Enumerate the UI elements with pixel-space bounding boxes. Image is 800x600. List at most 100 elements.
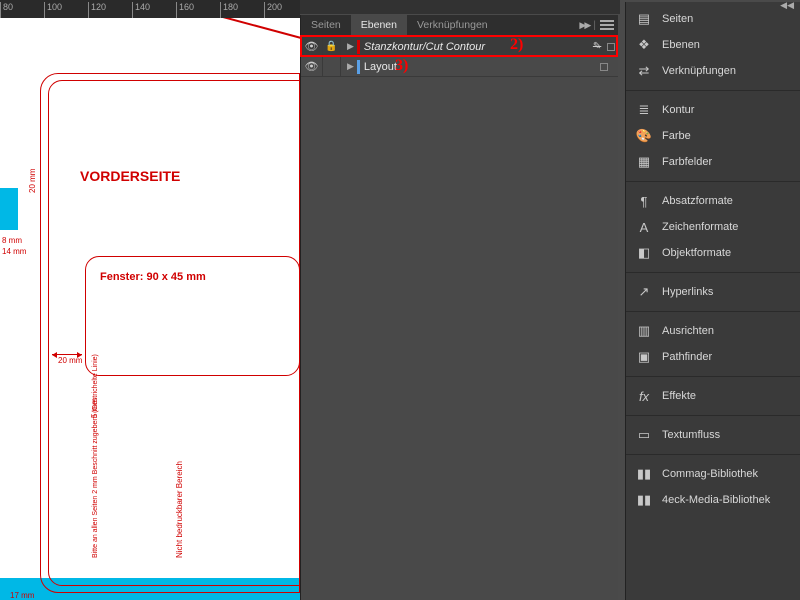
fx-icon: fx — [636, 388, 652, 404]
layer-target-icon[interactable] — [600, 63, 608, 71]
ruler-tick: 200 — [264, 2, 282, 18]
sidebar-item-4eck-lib[interactable]: ▮▮ 4eck-Media-Bibliothek — [626, 487, 800, 513]
library-icon: ▮▮ — [636, 466, 652, 482]
sidebar-item-ausrichten[interactable]: ▥ Ausrichten — [626, 318, 800, 344]
hyperlink-icon: ↗ — [636, 284, 652, 300]
tab-seiten[interactable]: Seiten — [301, 15, 351, 36]
pencil-struck-icon[interactable]: ✎ — [593, 41, 601, 52]
panel-tab-bar: Seiten Ebenen Verknüpfungen ▶▶ | — [301, 15, 618, 37]
sidebar-item-absatzformate[interactable]: ¶ Absatzformate — [626, 188, 800, 214]
sidebar-item-textumfluss[interactable]: ▭ Textumfluss — [626, 422, 800, 448]
sidebar-item-label: Effekte — [662, 390, 696, 402]
front-side-label: VORDERSEITE — [80, 168, 180, 184]
sidebar-item-objektformate[interactable]: ◧ Objektformate — [626, 240, 800, 266]
palette-icon: 🎨 — [636, 128, 652, 144]
align-icon: ▥ — [636, 323, 652, 339]
separator — [626, 376, 800, 377]
dimension-label: 20 mm — [28, 169, 37, 193]
layers-icon: ❖ — [636, 37, 652, 53]
ruler-tick: 180 — [220, 2, 238, 18]
dimension-label: 8 mm — [2, 236, 22, 245]
sidebar-item-label: Ebenen — [662, 39, 700, 51]
separator — [626, 90, 800, 91]
tab-ebenen[interactable]: Ebenen — [351, 15, 407, 36]
sidebar-item-seiten[interactable]: ▤ Seiten — [626, 6, 800, 32]
dimension-arrow — [52, 354, 82, 355]
disclosure-icon[interactable]: ▶ — [341, 41, 357, 52]
sidebar-item-zeichenformate[interactable]: A Zeichenformate — [626, 214, 800, 240]
links-icon: ⇄ — [636, 63, 652, 79]
textwrap-icon: ▭ — [636, 427, 652, 443]
sidebar-item-label: Commag-Bibliothek — [662, 468, 758, 480]
note-label: Bitte an allen Seiten 2 mm Beschnitt zug… — [92, 354, 99, 558]
layer-name-label[interactable]: Stanzkontur/Cut Contour — [364, 41, 590, 53]
dimension-label: 20 mm — [58, 356, 82, 365]
paragraph-styles-icon: ¶ — [636, 193, 652, 209]
library-icon: ▮▮ — [636, 492, 652, 508]
sidebar-item-label: Farbfelder — [662, 156, 712, 168]
separator — [626, 272, 800, 273]
tab-verknuepfungen[interactable]: Verknüpfungen — [407, 15, 498, 36]
layer-color-chip — [357, 60, 360, 74]
layers-panel: Seiten Ebenen Verknüpfungen ▶▶ | 👁 🔒 ▶ S… — [300, 15, 618, 600]
sidebar-item-label: Textumfluss — [662, 429, 720, 441]
sidebar-item-label: Ausrichten — [662, 325, 714, 337]
sidebar-item-label: Pathfinder — [662, 351, 712, 363]
sidebar-item-label: Hyperlinks — [662, 286, 713, 298]
separator — [626, 311, 800, 312]
object-styles-icon: ◧ — [636, 245, 652, 261]
window-outline: Fenster: 90 x 45 mm — [85, 256, 300, 376]
cyan-region — [0, 188, 18, 230]
layer-target-icon[interactable] — [607, 43, 615, 51]
sidebar-item-hyperlinks[interactable]: ↗ Hyperlinks — [626, 279, 800, 305]
document-canvas[interactable]: VORDERSEITE Fenster: 90 x 45 mm 20 mm 8 … — [0, 18, 300, 600]
ruler-tick: 80 — [0, 2, 13, 18]
sidebar-item-ebenen[interactable]: ❖ Ebenen — [626, 32, 800, 58]
separator — [626, 415, 800, 416]
sidebar-item-label: Verknüpfungen — [662, 65, 736, 77]
window-dimension-label: Fenster: 90 x 45 mm — [100, 271, 206, 283]
horizontal-ruler: 80 100 120 140 160 180 200 — [0, 0, 300, 18]
pages-icon: ▤ — [636, 11, 652, 27]
sidebar-item-label: Seiten — [662, 13, 693, 25]
sidebar-item-farbe[interactable]: 🎨 Farbe — [626, 123, 800, 149]
layer-color-chip — [357, 40, 360, 54]
sidebar-item-label: Absatzformate — [662, 195, 733, 207]
ruler-tick: 160 — [176, 2, 194, 18]
sidebar-item-label: Objektformate — [662, 247, 731, 259]
lock-toggle-icon[interactable]: 🔒 — [323, 37, 341, 56]
sidebar-item-label: Zeichenformate — [662, 221, 738, 233]
sidebar-item-label: Kontur — [662, 104, 694, 116]
layer-row-layout[interactable]: 👁 ▶ Layout — [301, 57, 618, 77]
visibility-toggle-icon[interactable]: 👁 — [301, 37, 323, 56]
dimension-label: 17 mm — [10, 591, 34, 600]
sidebar-item-pathfinder[interactable]: ▣ Pathfinder — [626, 344, 800, 370]
lock-toggle-icon[interactable] — [323, 57, 341, 76]
note-label: Nicht bedruckbarer Bereich — [175, 461, 184, 558]
panel-menu-icon[interactable] — [600, 20, 614, 30]
ruler-tick: 120 — [88, 2, 106, 18]
separator — [626, 181, 800, 182]
pathfinder-icon: ▣ — [636, 349, 652, 365]
panel-top-strip — [300, 0, 620, 14]
ruler-tick: 100 — [44, 2, 62, 18]
separator — [626, 454, 800, 455]
char-styles-icon: A — [636, 219, 652, 235]
sidebar-item-label: Farbe — [662, 130, 691, 142]
sidebar-item-kontur[interactable]: ≣ Kontur — [626, 97, 800, 123]
right-panel-dock: ◀◀ ▤ Seiten ❖ Ebenen ⇄ Verknüpfungen ≣ K… — [625, 2, 800, 600]
collapse-icon[interactable]: ▶▶ — [579, 20, 589, 31]
dock-collapse-icon[interactable]: ◀◀ — [780, 0, 794, 11]
dimension-label: 14 mm — [2, 247, 26, 256]
annotation-number-3: 3) — [395, 57, 408, 75]
ruler-tick: 140 — [132, 2, 150, 18]
sidebar-item-verknuepfungen[interactable]: ⇄ Verknüpfungen — [626, 58, 800, 84]
layer-row-stanzkontur[interactable]: 👁 🔒 ▶ Stanzkontur/Cut Contour ✎ — [301, 37, 618, 57]
annotation-arrow — [83, 18, 300, 40]
sidebar-item-commag-lib[interactable]: ▮▮ Commag-Bibliothek — [626, 461, 800, 487]
annotation-number-2: 2) — [510, 36, 523, 54]
visibility-toggle-icon[interactable]: 👁 — [301, 57, 323, 76]
disclosure-icon[interactable]: ▶ — [341, 61, 357, 72]
sidebar-item-farbfelder[interactable]: ▦ Farbfelder — [626, 149, 800, 175]
sidebar-item-effekte[interactable]: fx Effekte — [626, 383, 800, 409]
